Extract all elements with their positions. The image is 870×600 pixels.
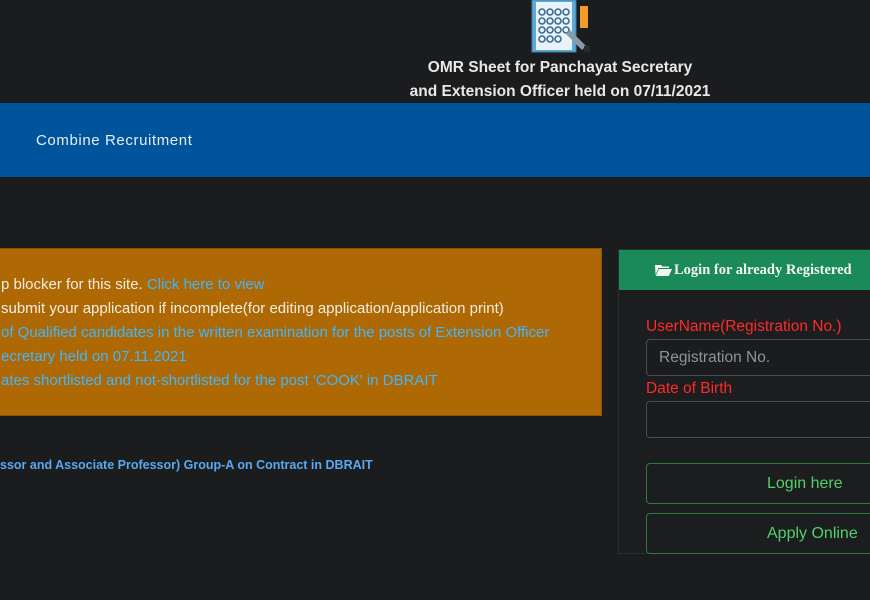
page-title: OMR Sheet for Panchayat Secretary and Ex… <box>380 56 740 104</box>
notice-link-qualified-candidates[interactable]: of Qualified candidates in the written e… <box>1 323 549 343</box>
notice-text: p blocker for this site. <box>1 276 147 293</box>
login-panel: Login for already Registered UserName(Re… <box>618 249 870 554</box>
page-title-line1: OMR Sheet for Panchayat Secretary <box>427 59 693 76</box>
login-header: Login for already Registered <box>619 250 870 290</box>
folder-open-icon <box>655 265 672 276</box>
dob-label: Date of Birth <box>646 380 733 397</box>
date-of-birth-input[interactable] <box>646 401 870 438</box>
nav-item-combine-recruitment[interactable]: Combine Recruitment <box>36 132 192 149</box>
notice-box: p blocker for this site. Click here to v… <box>0 248 602 416</box>
notice-line-submit: submit your application if incomplete(fo… <box>1 300 504 317</box>
notice-link-cook-shortlist[interactable]: ates shortlisted and not-shortlisted for… <box>1 371 438 391</box>
login-header-text: Login for already Registered <box>674 261 852 278</box>
notice-link-secretary[interactable]: ecretary held on 07.11.2021 <box>1 347 187 367</box>
nav-bar: Combine Recruitment <box>0 103 870 177</box>
username-label: UserName(Registration No.) <box>646 318 842 335</box>
registration-number-input[interactable] <box>646 339 870 376</box>
login-button[interactable]: Login here <box>646 463 870 504</box>
click-here-link[interactable]: Click here to view <box>147 276 265 293</box>
notice-line-popup: p blocker for this site. Click here to v… <box>1 275 264 295</box>
omr-sheet-icon <box>531 0 590 53</box>
page-title-line2: and Extension Officer held on 07/11/2021 <box>409 83 711 100</box>
recruitment-link-professor[interactable]: ssor and Associate Professor) Group-A on… <box>0 458 373 472</box>
apply-online-button[interactable]: Apply Online <box>646 513 870 554</box>
